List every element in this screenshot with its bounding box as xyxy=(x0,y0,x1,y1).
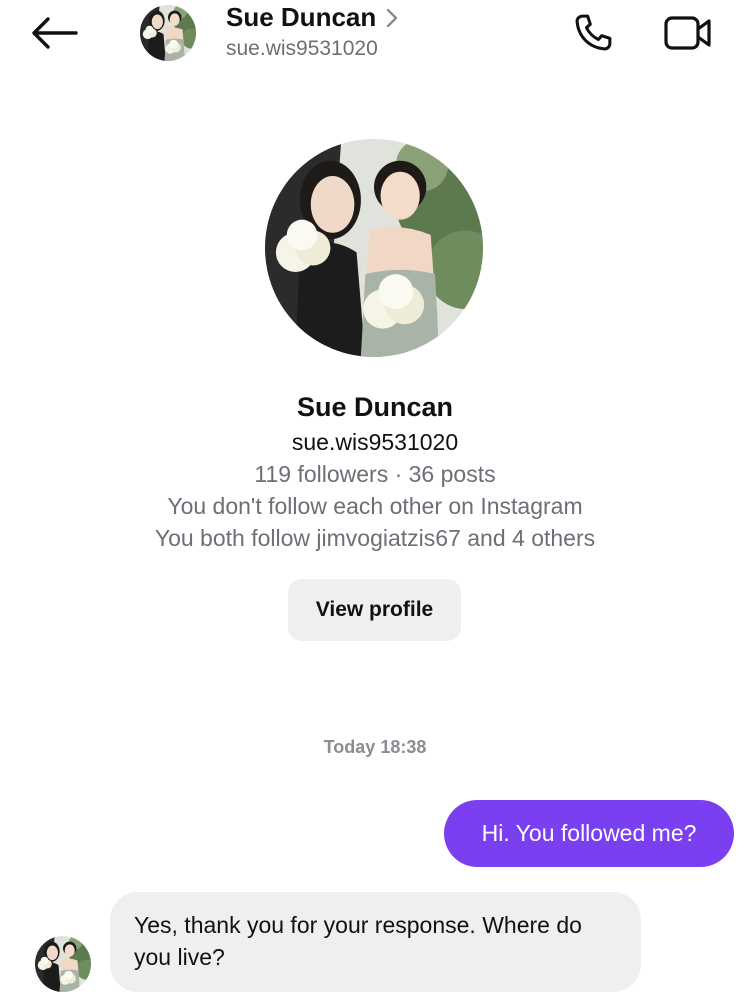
video-camera-icon xyxy=(664,16,711,50)
chevron-right-icon xyxy=(387,8,398,27)
sender-avatar[interactable] xyxy=(35,936,91,992)
phone-icon xyxy=(575,14,612,51)
contact-name: Sue Duncan xyxy=(226,2,377,32)
follow-status: You don't follow each other on Instagram xyxy=(167,493,583,519)
incoming-message[interactable]: Yes, thank you for your response. Where … xyxy=(110,892,641,992)
header-avatar[interactable] xyxy=(140,5,196,61)
profile-name: Sue Duncan xyxy=(296,392,454,422)
chat-header: Sue Duncan sue.wis9531020 xyxy=(0,0,750,80)
avatar-photo xyxy=(140,5,196,61)
voice-call-button[interactable] xyxy=(566,8,620,58)
back-button[interactable] xyxy=(26,10,82,56)
video-call-button[interactable] xyxy=(656,8,720,58)
sender-avatar-photo xyxy=(35,936,91,992)
contact-name-link[interactable]: Sue Duncan xyxy=(226,2,398,33)
profile-stats: 119 followers · 36 posts xyxy=(254,461,496,487)
message-timestamp: Today 18:38 xyxy=(323,737,427,757)
outgoing-message[interactable]: Hi. You followed me? xyxy=(444,800,734,867)
profile-photo[interactable] xyxy=(265,139,483,357)
view-profile-button[interactable]: View profile xyxy=(288,579,461,641)
mutual-followers: You both follow jimvogiatzis67 and 4 oth… xyxy=(154,525,596,551)
back-arrow-icon xyxy=(32,17,78,49)
profile-username: sue.wis9531020 xyxy=(291,429,459,455)
profile-photo-image xyxy=(265,139,483,357)
contact-username: sue.wis9531020 xyxy=(226,37,378,60)
